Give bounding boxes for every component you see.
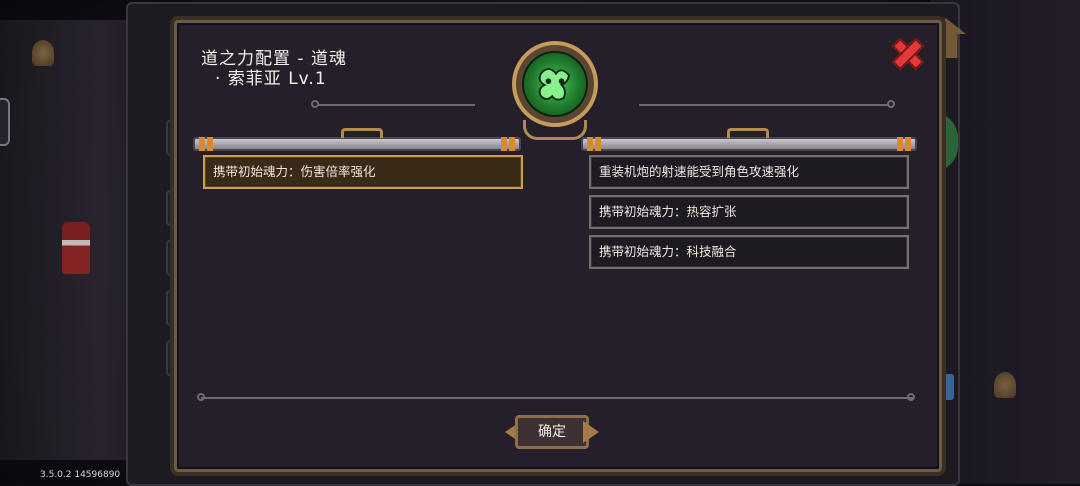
- divider-dot: [197, 393, 205, 401]
- soul-emblem-icon: [522, 51, 588, 117]
- skill-option-right-3[interactable]: 携带初始魂力：科技融合: [589, 235, 909, 269]
- skill-option-label: 携带初始魂力：伤害倍率强化: [213, 164, 376, 179]
- confirm-button[interactable]: 确定: [505, 411, 599, 453]
- skill-option-label: 重装机炮的射速能受到角色攻速强化: [599, 164, 800, 179]
- skill-option-label: 携带初始魂力：热容扩张: [599, 204, 737, 219]
- skill-option-right-1[interactable]: 重装机炮的射速能受到角色攻速强化: [589, 155, 909, 189]
- divider-line: [317, 104, 475, 106]
- skill-option-label: 携带初始魂力：科技融合: [599, 244, 737, 259]
- soul-emblem: [512, 41, 598, 127]
- right-column-rail: [581, 137, 917, 151]
- skill-option-left-1[interactable]: 携带初始魂力：伤害倍率强化: [203, 155, 523, 189]
- lantern-icon: [32, 40, 54, 66]
- divider-dot: [887, 100, 895, 108]
- dao-power-config-dialog: 道之力配置 - 道魂 · 索菲亚 Lv.1 携带初始魂力：伤害倍率强化 重装机炮…: [174, 20, 942, 472]
- side-drawer-tab[interactable]: [0, 98, 10, 146]
- divider-line: [639, 104, 889, 106]
- lantern-icon: [994, 372, 1016, 398]
- right-rail-handle: [727, 128, 769, 138]
- emblem-base: [523, 120, 587, 140]
- confirm-button-label: 确定: [538, 424, 566, 440]
- dialog-title-character: · 索菲亚 Lv.1: [215, 69, 327, 89]
- version-label: 3.5.0.2 14596890: [40, 470, 121, 480]
- skill-option-right-2[interactable]: 携带初始魂力：热容扩张: [589, 195, 909, 229]
- left-column-rail: [193, 137, 521, 151]
- bottom-divider: [201, 397, 913, 399]
- divider-dot: [311, 100, 319, 108]
- santa-decoration: [62, 222, 90, 274]
- left-rail-handle: [341, 128, 383, 138]
- divider-dot: [907, 393, 915, 401]
- dialog-title-main: 道之力配置 - 道魂: [201, 49, 347, 69]
- dialog-title: 道之力配置 - 道魂 · 索菲亚 Lv.1: [201, 49, 347, 89]
- close-button[interactable]: [889, 35, 923, 69]
